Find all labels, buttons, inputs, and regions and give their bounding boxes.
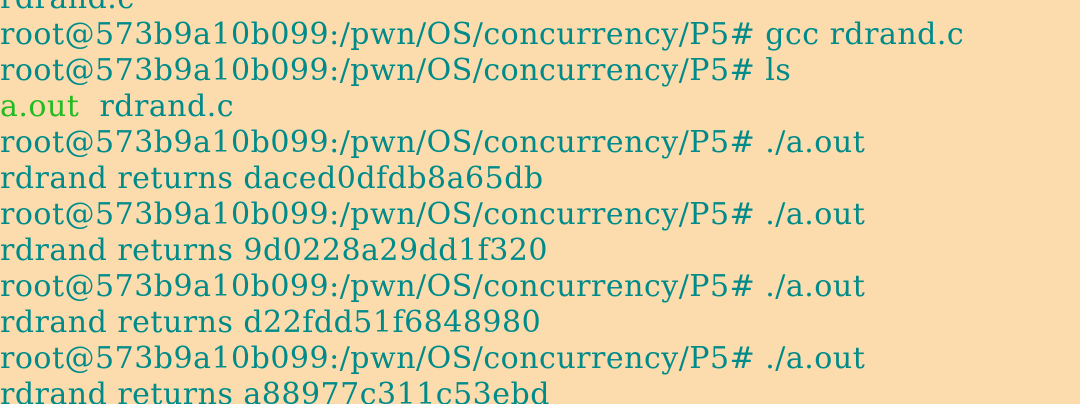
output-line: rdrand returns daced0dfdb8a65db [0, 161, 544, 196]
file-entry: rdrand.c [99, 89, 235, 124]
output-line: rdrand returns a88977c311c53ebd [0, 377, 550, 404]
command-line: root@573b9a10b099:/pwn/OS/concurrency/P5… [0, 125, 866, 160]
terminal-window[interactable]: rdrand.c root@573b9a10b099:/pwn/OS/concu… [0, 0, 1080, 404]
terminal-output: rdrand.c root@573b9a10b099:/pwn/OS/concu… [0, 0, 964, 404]
output-line: rdrand returns 9d0228a29dd1f320 [0, 233, 548, 268]
output-line: rdrand returns d22fdd51f6848980 [0, 305, 542, 340]
ls-output-line: a.out rdrand.c [0, 89, 964, 125]
command-line: root@573b9a10b099:/pwn/OS/concurrency/P5… [0, 197, 866, 232]
command-line: root@573b9a10b099:/pwn/OS/concurrency/P5… [0, 341, 866, 376]
file-entry-executable: a.out [0, 89, 80, 124]
command-line: root@573b9a10b099:/pwn/OS/concurrency/P5… [0, 53, 792, 88]
command-line: root@573b9a10b099:/pwn/OS/concurrency/P5… [0, 269, 866, 304]
command-line: root@573b9a10b099:/pwn/OS/concurrency/P5… [0, 17, 965, 52]
terminal-line-partial: rdrand.c [0, 0, 964, 17]
